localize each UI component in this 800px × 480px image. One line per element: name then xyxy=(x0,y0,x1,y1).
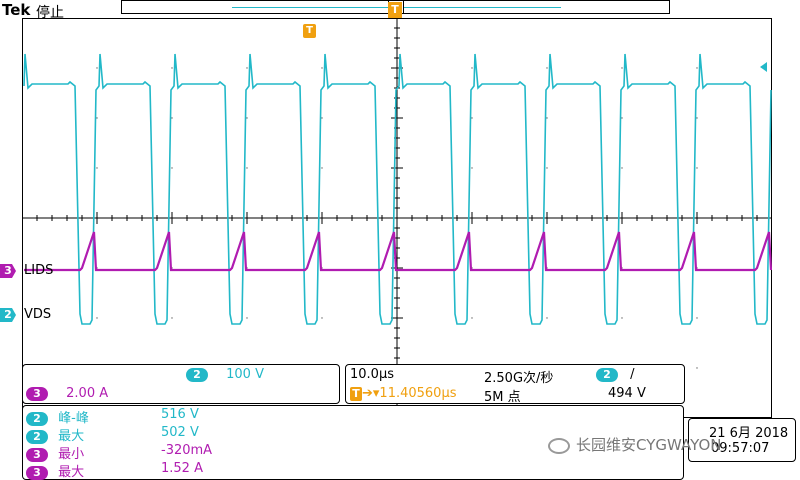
meas-2-name: 最大 xyxy=(58,429,85,444)
graticule-dot xyxy=(546,117,548,119)
graticule-dot xyxy=(546,317,548,319)
graticule-dot xyxy=(696,317,698,319)
graticule-dot xyxy=(546,67,548,69)
meas-3-channel-tag: 3 xyxy=(26,448,48,462)
graticule-dot xyxy=(171,117,173,119)
graticule-dot xyxy=(621,317,623,319)
meas-4-name: 最大 xyxy=(58,465,85,480)
graticule-dot xyxy=(696,117,698,119)
meas-1-channel-tag: 2 xyxy=(26,412,48,426)
graticule-dot xyxy=(246,117,248,119)
meas-2-channel-tag: 2 xyxy=(26,430,48,444)
trigger-source-tag: 2 xyxy=(596,368,618,382)
trigger-marker-icon[interactable]: T xyxy=(388,2,402,18)
meas-2-value: 502 V xyxy=(161,425,199,440)
ch2-tag: 2 xyxy=(186,368,208,382)
record-length: 5M 点 xyxy=(484,390,521,405)
watermark-text: 长园维安CYGWAYON xyxy=(576,436,722,454)
graticule-dot xyxy=(246,167,248,169)
graticule-dot xyxy=(621,167,623,169)
meas-1-value: 516 V xyxy=(161,407,199,422)
graticule-dot xyxy=(321,67,323,69)
graticule-dot xyxy=(696,367,698,369)
trigger-delay: 11.40560µs xyxy=(379,386,457,401)
time-per-div: 10.0µs xyxy=(350,367,394,382)
meas-1-name: 峰-峰 xyxy=(58,411,89,426)
brand-logo: Tek xyxy=(2,1,31,19)
trigger-arrow-icon: ➔▾ xyxy=(362,386,380,401)
ch2-ground-marker[interactable]: 2 xyxy=(0,308,16,322)
meas-3-value: -320mA xyxy=(161,443,213,458)
graticule-dot xyxy=(621,117,623,119)
waveform-display xyxy=(22,18,772,418)
ids-trace-label: LIDS xyxy=(24,263,54,278)
vertical-scale-panel[interactable]: 2 100 V 3 2.00 A xyxy=(22,364,340,404)
graticule-dot xyxy=(96,167,98,169)
graticule-dot xyxy=(96,317,98,319)
graticule-dot xyxy=(471,317,473,319)
graticule-dot xyxy=(546,167,548,169)
graticule-dot xyxy=(171,317,173,319)
wechat-icon xyxy=(548,437,570,454)
ch3-tag: 3 xyxy=(26,387,48,401)
graticule-dot xyxy=(96,117,98,119)
meas-3-name: 最小 xyxy=(58,447,85,462)
trigger-level: 494 V xyxy=(608,386,646,401)
timebase-panel[interactable]: 10.0µs 2.50G次/秒 T ➔▾11.40560µs 5M 点 2 / 4… xyxy=(345,364,685,405)
graticule-dot xyxy=(471,167,473,169)
graticule-dot xyxy=(696,167,698,169)
trigger-slope-icon: / xyxy=(630,367,635,382)
ch3-ground-marker[interactable]: 3 xyxy=(0,264,16,278)
graticule-dot xyxy=(321,317,323,319)
meas-4-value: 1.52 A xyxy=(161,461,203,476)
graticule-dot xyxy=(246,317,248,319)
graticule-dot xyxy=(96,67,98,69)
graticule-dot xyxy=(471,117,473,119)
graticule-dot xyxy=(171,67,173,69)
sample-rate: 2.50G次/秒 xyxy=(484,371,554,386)
trigger-delay-icon: T xyxy=(350,387,362,401)
meas-4-channel-tag: 3 xyxy=(26,466,48,480)
graticule-dot xyxy=(171,167,173,169)
ch2-scale: 100 V xyxy=(226,367,264,382)
vds-trace-label: VDS xyxy=(24,307,52,322)
graticule-dot xyxy=(246,67,248,69)
graticule-dot xyxy=(696,67,698,69)
graticule xyxy=(22,18,772,418)
graticule-dot xyxy=(321,117,323,119)
graticule-dot xyxy=(321,167,323,169)
watermark: 长园维安CYGWAYON xyxy=(548,434,721,455)
ch3-scale: 2.00 A xyxy=(66,386,109,401)
graticule-dot xyxy=(621,67,623,69)
graticule-dot xyxy=(471,67,473,69)
